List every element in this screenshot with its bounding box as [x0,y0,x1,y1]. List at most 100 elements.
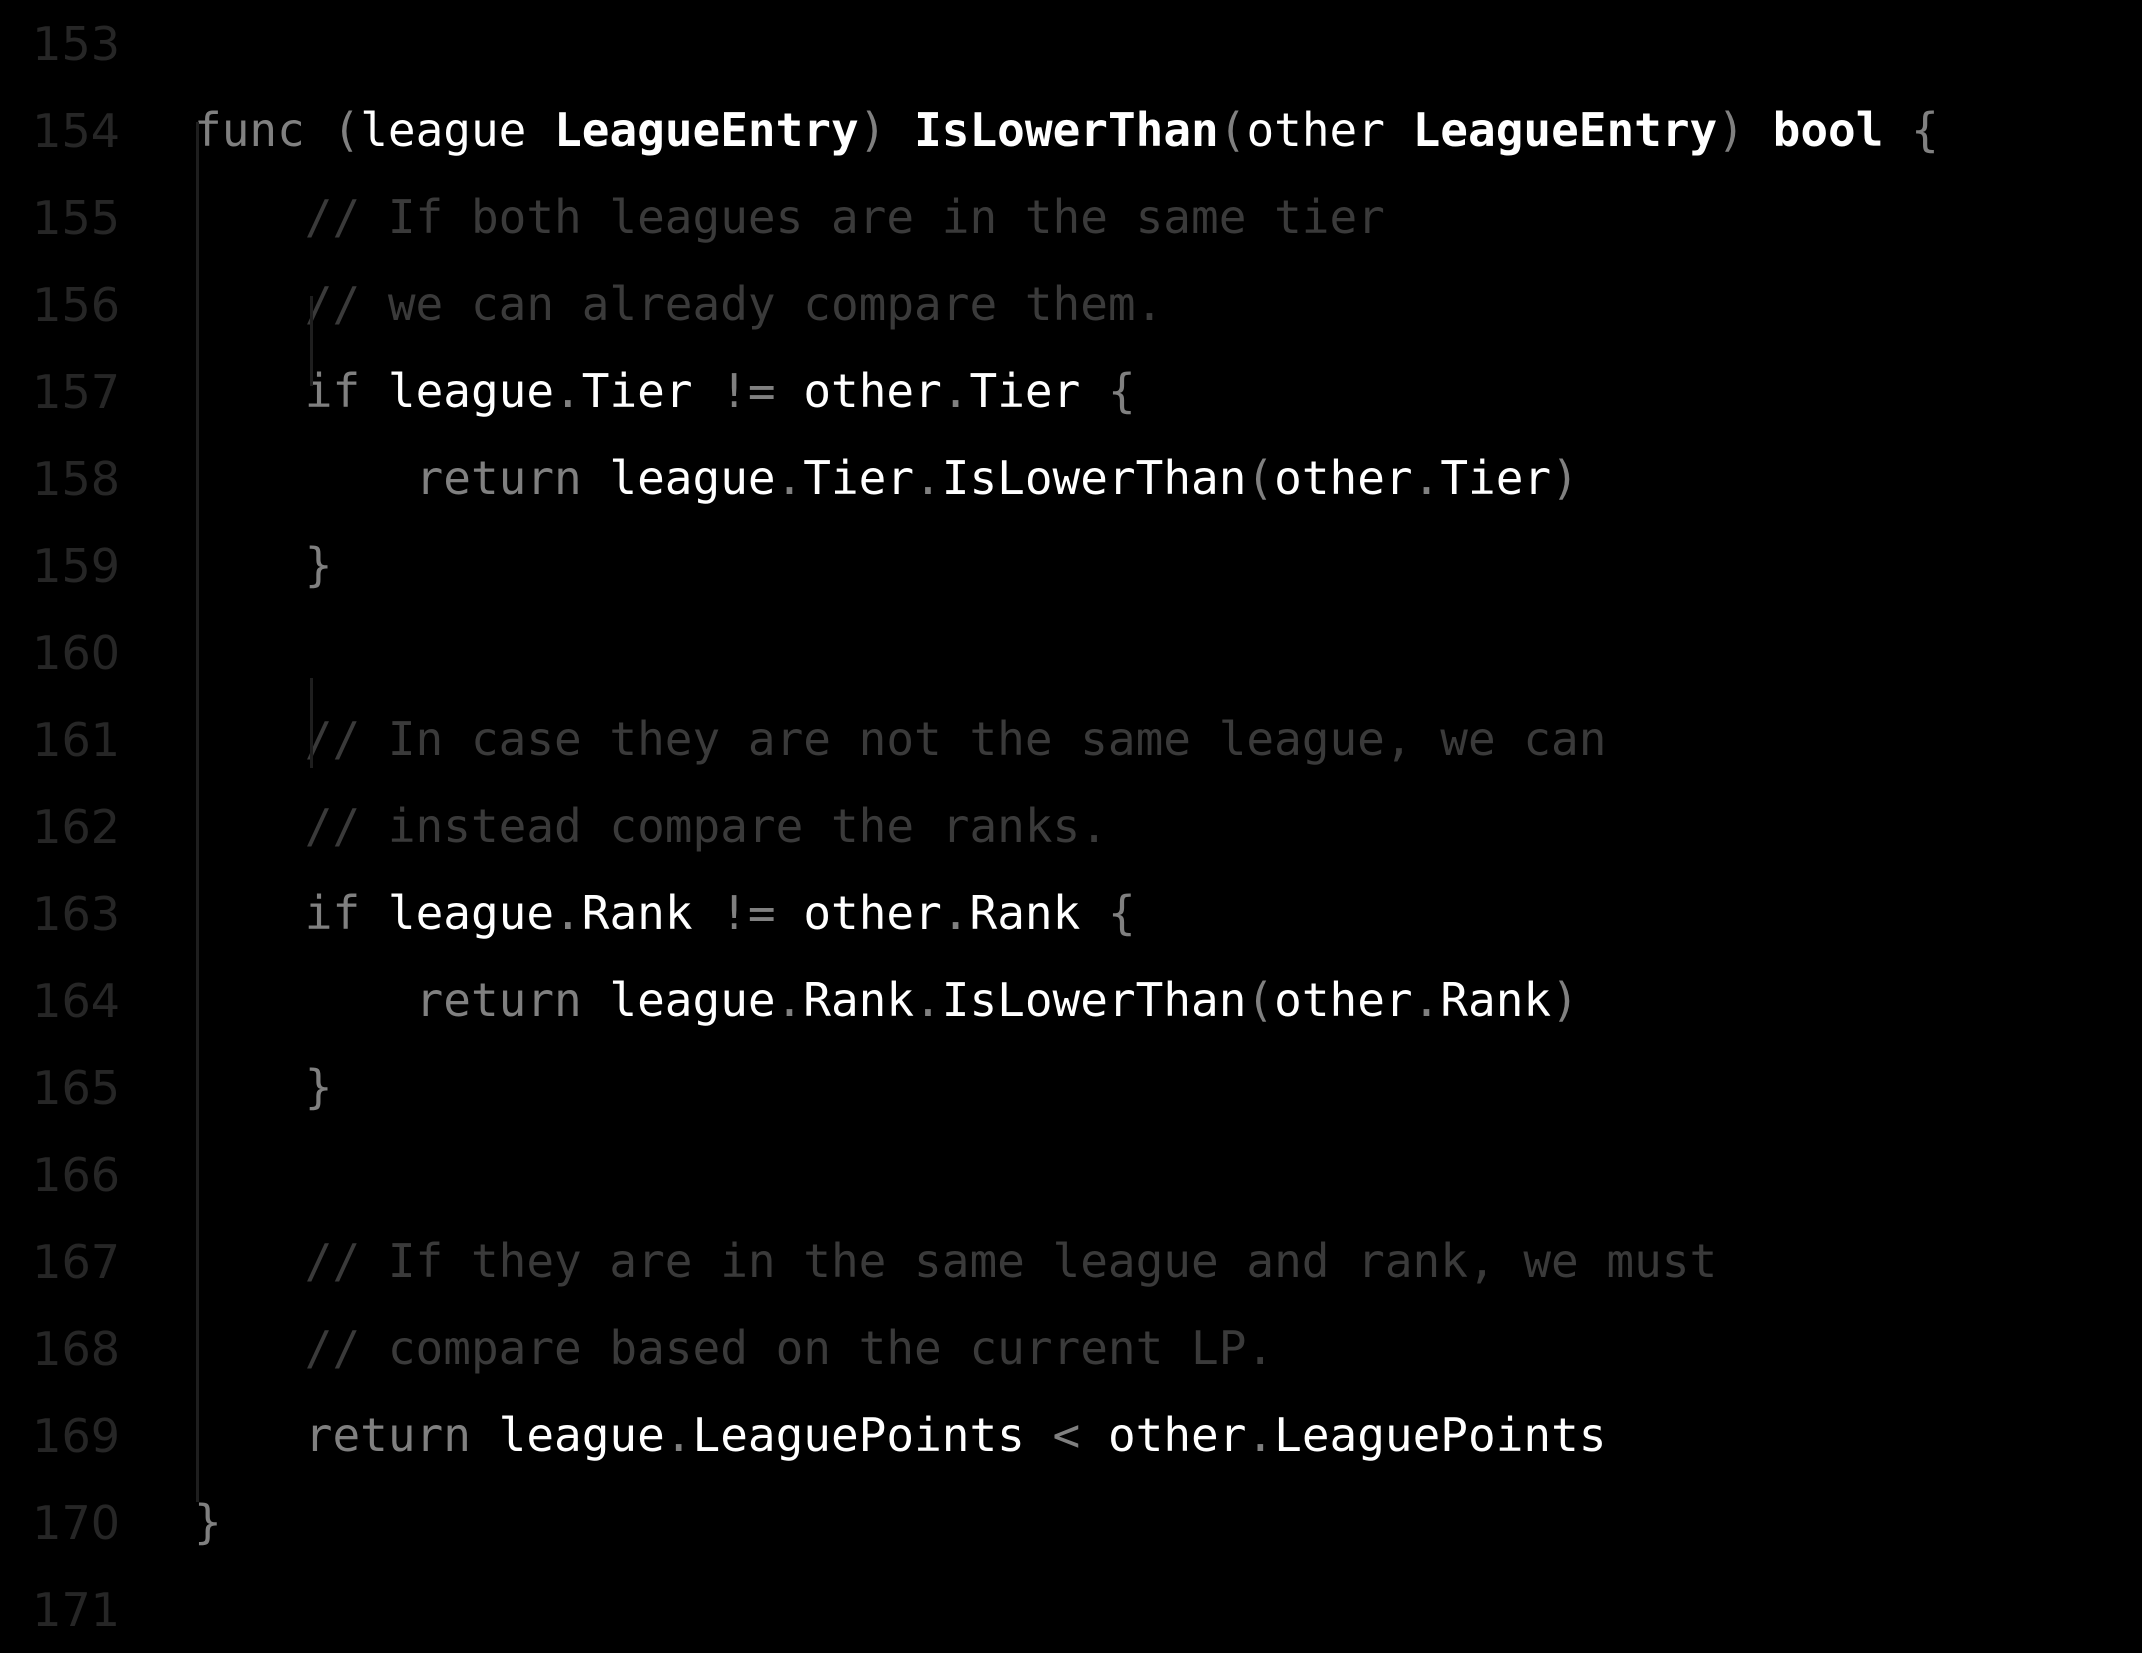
code-token: Tier [581,364,693,418]
code-line-content[interactable]: // we can already compare them. [120,261,2142,348]
code-line-content[interactable]: if league.Rank != other.Rank { [120,870,2142,957]
code-token: Rank [803,973,915,1027]
code-line[interactable]: 166 [0,1131,2142,1218]
code-line-content[interactable]: // If both leagues are in the same tier [120,174,2142,261]
code-line[interactable]: 158 return league.Tier.IsLowerThan(other… [0,435,2142,522]
line-number: 156 [32,277,120,332]
code-line[interactable]: 170} [0,1479,2142,1566]
code-token: Rank [1440,973,1552,1027]
line-number: 153 [32,16,120,71]
code-line-content[interactable]: // compare based on the current LP. [120,1305,2142,1392]
code-token: return [194,451,610,505]
code-line[interactable]: 163 if league.Rank != other.Rank { [0,870,2142,957]
code-lines-container[interactable]: 153 154 func ( league LeagueEntry) IsLowerT… [0,0,2142,1653]
code-token: ) [1717,103,1773,157]
code-line-content[interactable]: } [120,522,2142,609]
code-token: // compare based on the current LP. [194,1321,1275,1375]
code-token: { [1080,886,1136,940]
code-token: LeagueEntry [554,103,859,157]
line-number: 158 [32,451,120,506]
code-token: { [1883,103,1939,157]
code-line[interactable]: 155 // If both leagues are in the same t… [0,174,2142,261]
code-token: // In case they are not the same league,… [194,712,1607,766]
code-token: league [387,886,555,940]
code-line-content[interactable]: } [120,1479,2142,1566]
code-line-content[interactable]: if league.Tier != other.Tier { [120,348,2142,435]
line-number: 160 [32,625,120,680]
code-token: Tier [969,364,1081,418]
code-token: IsLowerThan [941,451,1247,505]
line-number: 155 [32,190,120,245]
code-token: ) [858,103,915,157]
code-line[interactable]: 165 } [0,1044,2142,1131]
line-number: 170 [32,1495,120,1550]
code-token: < [1024,1408,1108,1462]
code-token: LeagueEntry [1412,103,1718,157]
code-token: LeaguePoints [692,1408,1025,1462]
code-line-content[interactable]: return league.LeaguePoints < other.Leagu… [120,1392,2142,1479]
code-token: { [1080,364,1136,418]
code-token: // If both leagues are in the same tier [194,190,1385,244]
code-line[interactable]: 160 [0,609,2142,696]
code-token: } [194,1495,222,1549]
code-token: Tier [1440,451,1552,505]
code-token: other [803,364,942,418]
code-token: LeaguePoints [1274,1408,1607,1462]
line-number: 159 [32,538,120,593]
code-line[interactable]: 169 return league.LeaguePoints < other.L… [0,1392,2142,1479]
code-token: ( [1218,103,1247,157]
code-line-content[interactable]: // If they are in the same league and ra… [120,1218,2142,1305]
code-token: if [194,886,388,940]
code-line[interactable]: 162 // instead compare the ranks. [0,783,2142,870]
code-line-content[interactable]: return league.Tier.IsLowerThan(other.Tie… [120,435,2142,522]
code-line[interactable]: 164 return league.Rank.IsLowerThan(other… [0,957,2142,1044]
code-line-content[interactable]: // In case they are not the same league,… [120,696,2142,783]
code-line-content[interactable]: } [120,1044,2142,1131]
code-editor[interactable]: 153 154 func ( league LeagueEntry) IsLowerT… [0,0,2142,1644]
code-token: . [775,973,804,1027]
code-line[interactable]: 156 // we can already compare them. [0,261,2142,348]
code-line-content[interactable]: return league.Rank.IsLowerThan(other.Ran… [120,957,2142,1044]
code-token: func [194,103,333,157]
line-number: 164 [32,973,120,1028]
line-number: 163 [32,886,120,941]
code-token: . [1412,451,1441,505]
code-token: other [803,886,942,940]
line-number: 154 [32,103,120,158]
code-line[interactable]: 167 // If they are in the same league an… [0,1218,2142,1305]
code-token: . [664,1408,693,1462]
code-line[interactable]: 159 } [0,522,2142,609]
line-number: 168 [32,1321,120,1376]
code-token: league [498,1408,665,1462]
code-token: . [914,451,942,505]
line-number: 165 [32,1060,120,1115]
code-token: // we can already compare them. [194,277,1164,331]
code-line-content[interactable]: func (league LeagueEntry) IsLowerThan(ot… [120,87,2142,174]
code-token: . [941,886,970,940]
code-line[interactable]: 168 // compare based on the current LP. [0,1305,2142,1392]
code-token: league [387,364,555,418]
code-token: != [692,886,804,940]
code-line[interactable]: 161 // In case they are not the same lea… [0,696,2142,783]
code-line[interactable]: 153 [0,0,2142,87]
line-number: 166 [32,1147,120,1202]
code-token: ( [1246,451,1275,505]
code-token: . [914,973,942,1027]
code-token: . [1412,973,1441,1027]
code-token: other [1246,103,1413,157]
code-token: other [1107,1408,1247,1462]
code-token: other [1274,451,1413,505]
indent-guide-level-2-second [310,678,313,768]
code-token: } [194,538,333,592]
code-token: . [554,364,582,418]
code-token: ) [1551,973,1579,1027]
code-line[interactable]: 154 func ( league LeagueEntry) IsLowerThan… [0,87,2142,174]
code-token: // instead compare the ranks. [194,799,1108,853]
code-token: IsLowerThan [914,103,1219,157]
line-number: 169 [32,1408,120,1463]
line-number: 157 [32,364,120,419]
code-token: league [360,103,555,157]
code-line[interactable]: 157 if league.Tier != other.Tier { [0,348,2142,435]
code-line[interactable]: 171 [0,1566,2142,1653]
code-line-content[interactable]: // instead compare the ranks. [120,783,2142,870]
